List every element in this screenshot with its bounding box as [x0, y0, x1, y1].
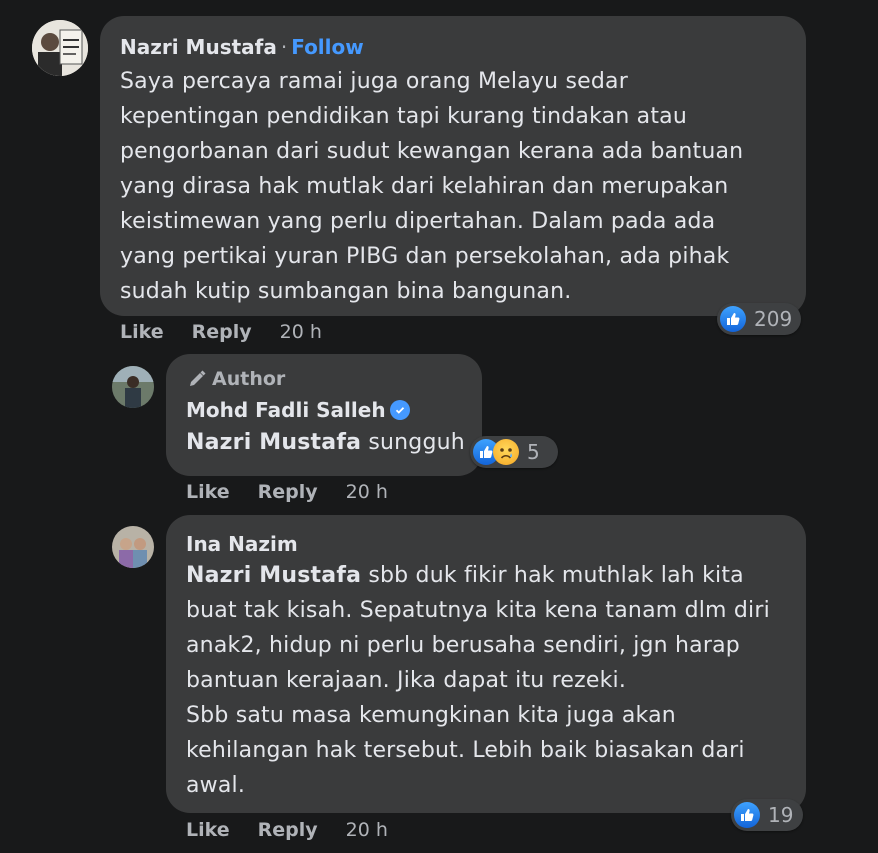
timestamp[interactable]: 20 h [346, 481, 388, 503]
avatar-nazri-mustafa[interactable] [32, 20, 88, 76]
commenter-name[interactable]: Mohd Fadli Salleh [186, 398, 386, 422]
reply-text: Nazri Mustafa sbb duk fikir hak muthlak … [186, 558, 786, 803]
reaction-count: 19 [768, 803, 794, 827]
reply-body: sungguh [361, 430, 465, 455]
mention-link[interactable]: Nazri Mustafa [186, 563, 361, 588]
reply-button[interactable]: Reply [192, 321, 252, 343]
reply-actions: Like Reply 20 h [186, 481, 388, 503]
sad-icon [493, 439, 519, 465]
commenter-name[interactable]: Ina Nazim [186, 532, 298, 556]
reaction-summary[interactable]: 209 [717, 303, 801, 335]
verified-icon [389, 400, 410, 420]
reply-text: Nazri Mustafa sungguh [186, 425, 465, 460]
avatar-image [112, 526, 154, 568]
follow-button[interactable]: Follow [291, 35, 364, 59]
like-icon [734, 802, 760, 828]
avatar-image [112, 366, 154, 408]
pencil-icon [190, 370, 206, 386]
comment-thread: Nazri Mustafa · Follow Saya percaya rama… [0, 0, 878, 853]
reply-button[interactable]: Reply [258, 481, 318, 503]
avatar-ina-nazim[interactable] [112, 526, 154, 568]
like-button[interactable]: Like [186, 481, 230, 503]
reply-body: sbb duk fikir hak muthlak lah kita buat … [186, 563, 770, 798]
reply-bubble-author: Author Mohd Fadli Salleh Nazri Mustafa s… [166, 354, 482, 476]
like-icon [720, 306, 746, 332]
reaction-summary[interactable]: 19 [731, 799, 803, 831]
commenter-name[interactable]: Nazri Mustafa [120, 35, 277, 59]
reply-bubble: Ina Nazim Nazri Mustafa sbb duk fikir ha… [166, 515, 806, 813]
timestamp[interactable]: 20 h [280, 321, 322, 343]
reaction-count: 5 [527, 440, 540, 464]
comment-actions: Like Reply 20 h [120, 321, 322, 343]
reply-button[interactable]: Reply [258, 819, 318, 841]
reaction-count: 209 [754, 307, 793, 331]
comment-text: Saya percaya ramai juga orang Melayu sed… [120, 69, 744, 304]
avatar-mohd-fadli-salleh[interactable] [112, 366, 154, 408]
reaction-summary[interactable]: 5 [470, 436, 558, 468]
author-label: Author [212, 368, 286, 390]
separator-dot: · [280, 35, 288, 59]
avatar-image [32, 20, 88, 76]
author-badge: Author [186, 368, 462, 390]
reply-actions: Like Reply 20 h [186, 819, 388, 841]
mention-link[interactable]: Nazri Mustafa [186, 430, 361, 455]
like-button[interactable]: Like [186, 819, 230, 841]
comment-bubble: Nazri Mustafa · Follow Saya percaya rama… [100, 16, 806, 316]
like-button[interactable]: Like [120, 321, 164, 343]
timestamp[interactable]: 20 h [346, 819, 388, 841]
